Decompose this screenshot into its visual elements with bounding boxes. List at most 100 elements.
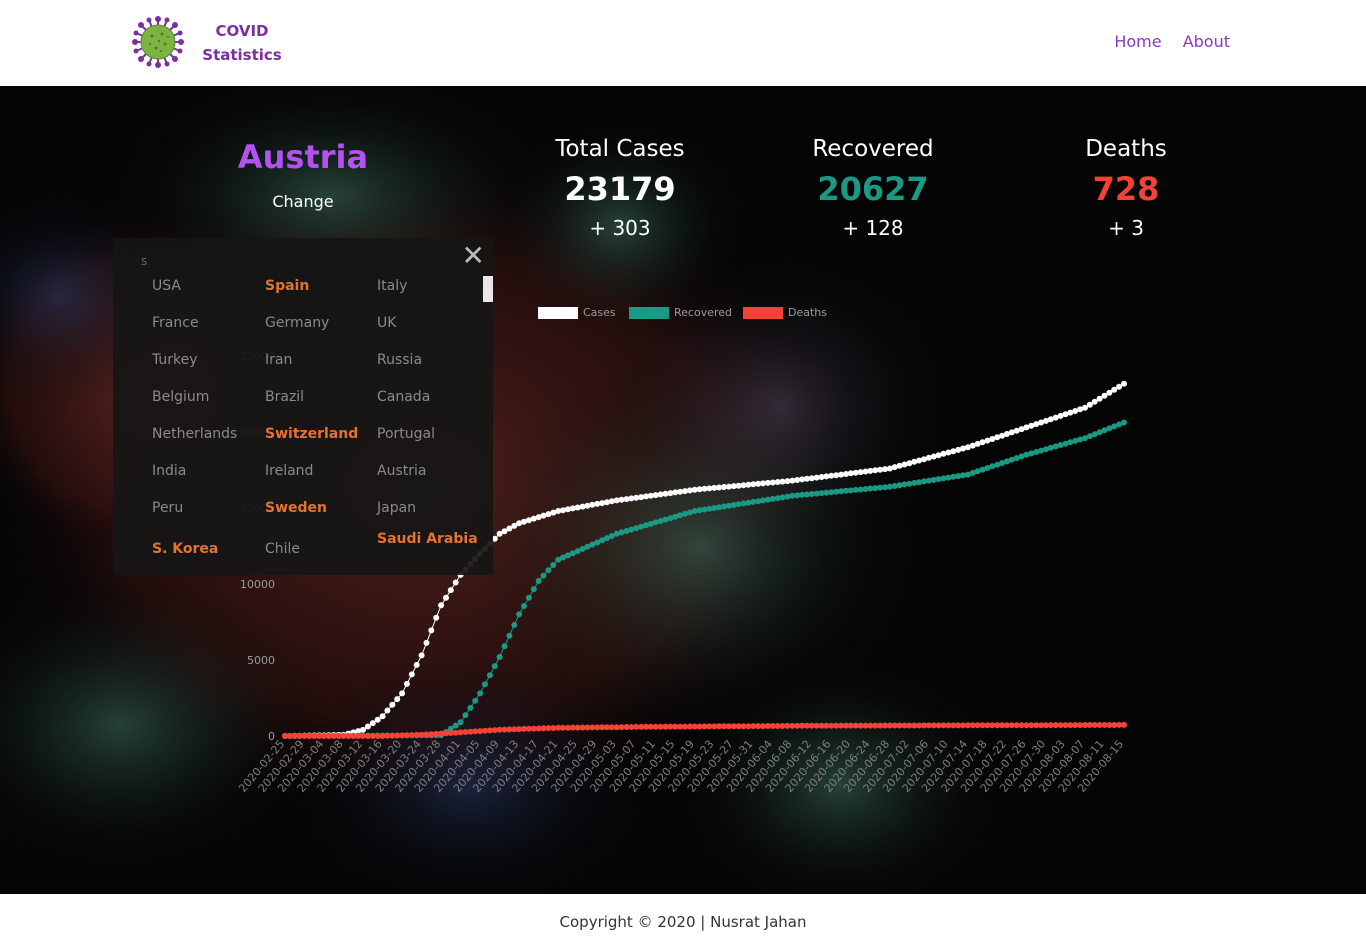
data-point-cases (374, 716, 381, 723)
brand[interactable]: COVID Statistics (200, 19, 284, 67)
country-option[interactable]: Sweden (265, 500, 369, 517)
data-point-deaths (1121, 721, 1127, 728)
legend-deaths[interactable]: Deaths (743, 306, 827, 319)
data-point-recovered (506, 632, 513, 639)
data-point-cases (389, 701, 396, 708)
dropdown-scrollbar[interactable] (483, 276, 493, 302)
data-point-cases (399, 690, 406, 697)
country-option[interactable]: Canada (377, 389, 481, 406)
total-cases-label: Total Cases (555, 136, 685, 162)
data-point-cases (379, 713, 386, 720)
country-option[interactable]: France (152, 315, 256, 332)
country-option[interactable]: Turkey (152, 352, 256, 369)
country-option[interactable]: Portugal (377, 426, 481, 443)
country-option[interactable]: Italy (377, 278, 481, 295)
country-option[interactable]: Switzerland (265, 426, 369, 443)
country-option[interactable]: Belgium (152, 389, 256, 406)
legend-deaths-swatch (743, 307, 783, 319)
data-point-recovered (1121, 419, 1127, 426)
data-point-cases (403, 680, 410, 687)
data-point-recovered (472, 697, 479, 704)
data-point-recovered (477, 690, 484, 697)
data-point-recovered (486, 672, 493, 679)
selected-country-title: Austria (237, 138, 369, 176)
country-option[interactable]: Netherlands (152, 426, 256, 443)
data-point-recovered (545, 567, 552, 574)
nav-menu: Home About (1098, 32, 1230, 51)
brand-line-2: Statistics (202, 46, 282, 64)
nav-about-link[interactable]: About (1183, 32, 1230, 51)
stats-section: Austria Change Total Cases 23179 + 303 R… (0, 86, 1366, 894)
data-point-recovered (516, 611, 523, 618)
data-point-recovered (525, 594, 532, 601)
country-option[interactable]: Austria (377, 463, 481, 480)
data-point-cases (408, 671, 415, 678)
data-point-cases (423, 639, 430, 646)
y-tick-label: 10000 (240, 578, 275, 591)
deaths-label: Deaths (1085, 136, 1167, 162)
close-icon[interactable]: ✕ (462, 242, 485, 270)
recovered-label: Recovered (812, 136, 934, 162)
y-tick-label: 5000 (247, 654, 275, 667)
legend-recovered[interactable]: Recovered (629, 306, 732, 319)
country-option[interactable]: UK (377, 315, 481, 332)
legend-deaths-label: Deaths (788, 306, 827, 319)
data-point-recovered (457, 719, 464, 726)
country-option[interactable]: Germany (265, 315, 369, 332)
country-dropdown: ✕ USA Spain Italy France Germany UK Turkey Iran… (113, 238, 493, 575)
data-point-recovered (452, 722, 459, 729)
recovered-delta: + 128 (842, 216, 904, 240)
nav-home-link[interactable]: Home (1114, 32, 1161, 51)
data-point-recovered (540, 572, 547, 579)
data-point-recovered (491, 663, 498, 670)
country-option[interactable]: Russia (377, 352, 481, 369)
data-point-cases (360, 726, 366, 733)
data-point-recovered (535, 578, 542, 584)
footer: Copyright © 2020 | Nusrat Jahan (0, 894, 1366, 950)
country-option[interactable]: Brazil (265, 389, 369, 406)
virus-icon[interactable] (132, 16, 184, 68)
country-option[interactable]: Ireland (265, 463, 369, 480)
data-point-recovered (482, 681, 488, 688)
country-option[interactable]: Chile (265, 541, 369, 558)
legend-cases[interactable]: Cases (538, 306, 616, 319)
country-option[interactable]: Spain (265, 278, 369, 295)
data-point-cases (1121, 380, 1127, 387)
country-option[interactable]: Japan (377, 500, 481, 517)
total-cases-value: 23179 (564, 170, 676, 208)
data-point-cases (394, 696, 401, 703)
data-point-cases (384, 707, 391, 714)
data-point-cases (418, 652, 425, 659)
legend-cases-label: Cases (583, 306, 616, 319)
country-search-input[interactable] (139, 250, 443, 272)
country-option[interactable]: S. Korea (152, 541, 256, 558)
data-point-recovered (462, 712, 469, 719)
data-point-cases (433, 614, 440, 621)
data-point-recovered (530, 586, 537, 593)
data-point-recovered (501, 643, 508, 650)
data-point-recovered (511, 622, 518, 628)
country-option[interactable]: Peru (152, 500, 256, 517)
country-option[interactable]: USA (152, 278, 256, 295)
copyright-text: Copyright © 2020 | Nusrat Jahan (559, 913, 807, 931)
deaths-stat: Deaths 728 + 3 (1016, 136, 1236, 240)
data-point-recovered (496, 654, 503, 660)
recovered-stat: Recovered 20627 + 128 (763, 136, 983, 240)
legend-recovered-label: Recovered (674, 306, 733, 319)
recovered-value: 20627 (817, 170, 929, 208)
country-option[interactable]: India (152, 463, 256, 480)
data-point-cases (447, 587, 454, 594)
data-point-cases (428, 627, 435, 634)
data-point-cases (364, 723, 371, 730)
data-point-recovered (521, 603, 527, 609)
country-option[interactable]: Saudi Arabia (377, 531, 481, 548)
data-point-cases (438, 602, 445, 609)
change-country-button[interactable]: Change (253, 192, 353, 211)
country-option[interactable]: Iran (265, 352, 369, 369)
total-cases-delta: + 303 (589, 216, 651, 240)
brand-line-1: COVID (215, 22, 269, 40)
legend-cases-swatch (538, 307, 578, 319)
data-point-cases (413, 661, 420, 668)
data-point-cases (452, 579, 459, 586)
data-point-recovered (550, 562, 557, 568)
